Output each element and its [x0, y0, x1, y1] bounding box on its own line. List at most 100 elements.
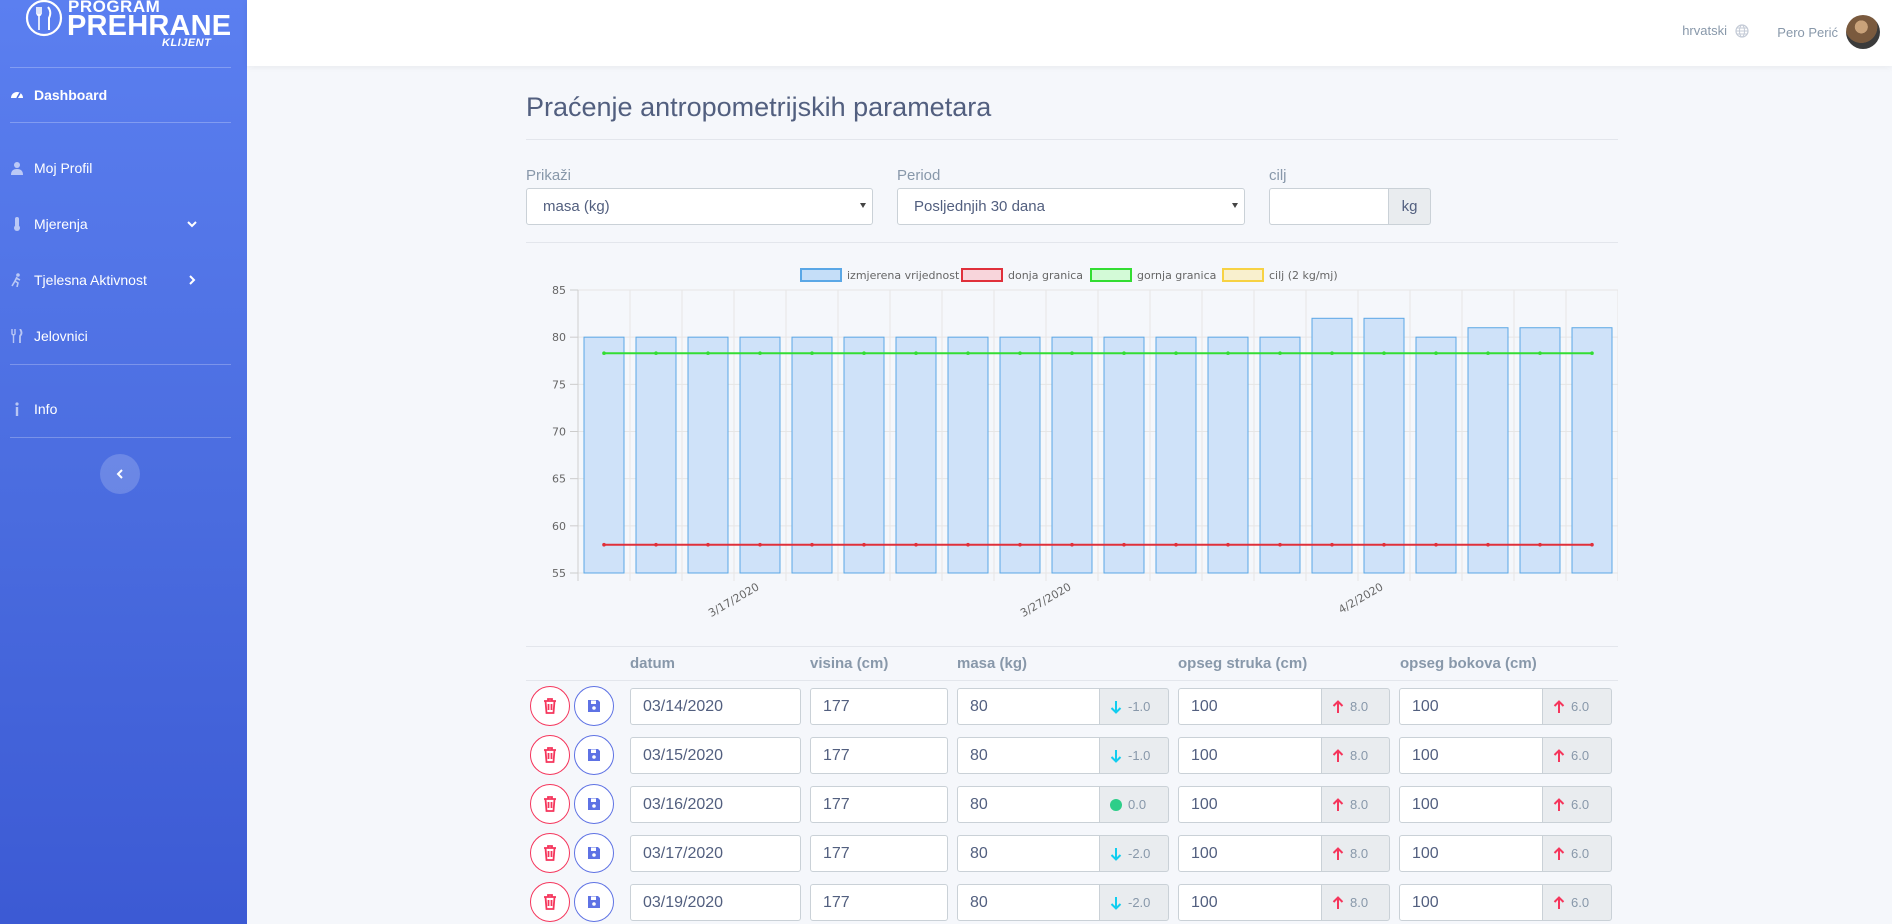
hips-input[interactable]: 100	[1399, 688, 1543, 725]
dot-icon	[1110, 798, 1122, 811]
x-tick-label: 4/2/2020	[1336, 580, 1385, 616]
show-select[interactable]: masa (kg)	[526, 188, 873, 225]
date-input[interactable]: 03/16/2020	[630, 786, 801, 823]
hips-input[interactable]: 100	[1399, 884, 1543, 921]
bar	[1467, 327, 1509, 574]
lower-limit-point	[1070, 542, 1074, 547]
waist-delta: 8.0	[1350, 846, 1369, 861]
period-label: Period	[897, 167, 941, 184]
save-button[interactable]	[574, 784, 614, 824]
lower-limit-point	[602, 542, 606, 547]
sidebar-item-physical-activity[interactable]: Tjelesna Aktivnost	[0, 262, 247, 298]
lower-limit-point	[654, 542, 658, 547]
language-selector[interactable]: hrvatski	[1682, 23, 1749, 38]
sidebar-item-info[interactable]: Info	[0, 391, 247, 427]
bar	[999, 336, 1041, 574]
goal-input[interactable]	[1269, 188, 1389, 225]
arrow-up-icon	[1553, 895, 1565, 909]
sidebar-divider	[10, 122, 231, 123]
top-navbar: hrvatski Pero Perić	[247, 0, 1892, 66]
y-tick-label: 80	[552, 331, 566, 344]
hips-input[interactable]: 100	[1399, 786, 1543, 823]
date-input[interactable]: 03/14/2020	[630, 688, 801, 725]
lower-limit-point	[1486, 542, 1490, 547]
date-input[interactable]: 03/17/2020	[630, 835, 801, 872]
table-row: 03/19/2020 177 80 -2.0 100 8.0 100 6.0	[526, 876, 1618, 924]
waist-delta-badge: 8.0	[1321, 786, 1390, 823]
delete-button[interactable]	[530, 735, 570, 775]
col-header-height: visina (cm)	[810, 655, 889, 672]
mass-input[interactable]: 80	[957, 884, 1100, 921]
bar	[1207, 336, 1249, 574]
user-menu[interactable]: Pero Perić	[1777, 15, 1880, 49]
waist-input[interactable]: 100	[1178, 737, 1322, 774]
height-input[interactable]: 177	[810, 786, 948, 823]
delete-button[interactable]	[530, 784, 570, 824]
mass-delta-badge: -1.0	[1099, 737, 1169, 774]
arrow-down-icon	[1110, 749, 1122, 763]
bar	[739, 336, 781, 574]
upper-limit-point	[1382, 351, 1386, 356]
mass-delta: -1.0	[1128, 748, 1151, 763]
mass-input[interactable]: 80	[957, 688, 1100, 725]
mass-input[interactable]: 80	[957, 737, 1100, 774]
brand-logo[interactable]: PROGRAM PREHRANE KLIJENT	[24, 0, 231, 54]
waist-input[interactable]: 100	[1178, 835, 1322, 872]
lower-limit-point	[1122, 542, 1126, 547]
height-input[interactable]: 177	[810, 835, 948, 872]
trash-icon	[544, 747, 556, 763]
period-select[interactable]: Posljednjih 30 dana	[897, 188, 1245, 225]
bar	[1259, 336, 1301, 574]
bar	[583, 336, 625, 574]
save-icon	[588, 847, 600, 859]
hips-delta: 6.0	[1571, 748, 1590, 763]
show-label: Prikaži	[526, 167, 572, 184]
mass-chart: izmjerena vrijednost donja granica gornja …	[552, 268, 1618, 620]
legend-swatch	[800, 268, 842, 282]
goal-unit: kg	[1388, 188, 1431, 225]
upper-limit-point	[810, 351, 814, 356]
chevron-left-icon	[116, 469, 123, 479]
legend-label: gornja granica	[1137, 269, 1216, 282]
save-button[interactable]	[574, 735, 614, 775]
bar	[1415, 336, 1457, 574]
bar	[1363, 317, 1405, 574]
save-button[interactable]	[574, 882, 614, 922]
delete-button[interactable]	[530, 686, 570, 726]
mass-delta: -1.0	[1128, 699, 1151, 714]
waist-input[interactable]: 100	[1178, 884, 1322, 921]
waist-input[interactable]: 100	[1178, 786, 1322, 823]
lower-limit-point	[1174, 542, 1178, 547]
sidebar-item-profile[interactable]: Moj Profil	[0, 150, 247, 186]
date-input[interactable]: 03/19/2020	[630, 884, 801, 921]
hips-delta: 6.0	[1571, 846, 1590, 861]
bar	[1519, 327, 1561, 574]
save-button[interactable]	[574, 833, 614, 873]
upper-limit-point	[1018, 351, 1022, 356]
waist-input[interactable]: 100	[1178, 688, 1322, 725]
globe-icon	[1735, 23, 1749, 38]
mass-delta-badge: -2.0	[1099, 835, 1169, 872]
height-input[interactable]: 177	[810, 884, 948, 921]
mass-input[interactable]: 80	[957, 835, 1100, 872]
goal-label: cilj	[1269, 167, 1287, 184]
sidebar-item-measurements[interactable]: Mjerenja	[0, 206, 247, 242]
mass-input[interactable]: 80	[957, 786, 1100, 823]
sidebar-item-menus[interactable]: Jelovnici	[0, 318, 247, 354]
hips-input[interactable]: 100	[1399, 737, 1543, 774]
bar	[843, 336, 885, 574]
col-header-waist: opseg struka (cm)	[1178, 655, 1308, 672]
save-button[interactable]	[574, 686, 614, 726]
date-input[interactable]: 03/15/2020	[630, 737, 801, 774]
height-input[interactable]: 177	[810, 688, 948, 725]
delete-button[interactable]	[530, 882, 570, 922]
hips-input[interactable]: 100	[1399, 835, 1543, 872]
height-input[interactable]: 177	[810, 737, 948, 774]
collapse-sidebar-button[interactable]	[100, 454, 140, 494]
save-icon	[588, 798, 600, 810]
bar	[947, 336, 989, 574]
delete-button[interactable]	[530, 833, 570, 873]
chevron-right-icon	[189, 275, 196, 285]
sidebar-item-dashboard[interactable]: Dashboard	[0, 77, 247, 113]
lower-limit-point	[1226, 542, 1230, 547]
